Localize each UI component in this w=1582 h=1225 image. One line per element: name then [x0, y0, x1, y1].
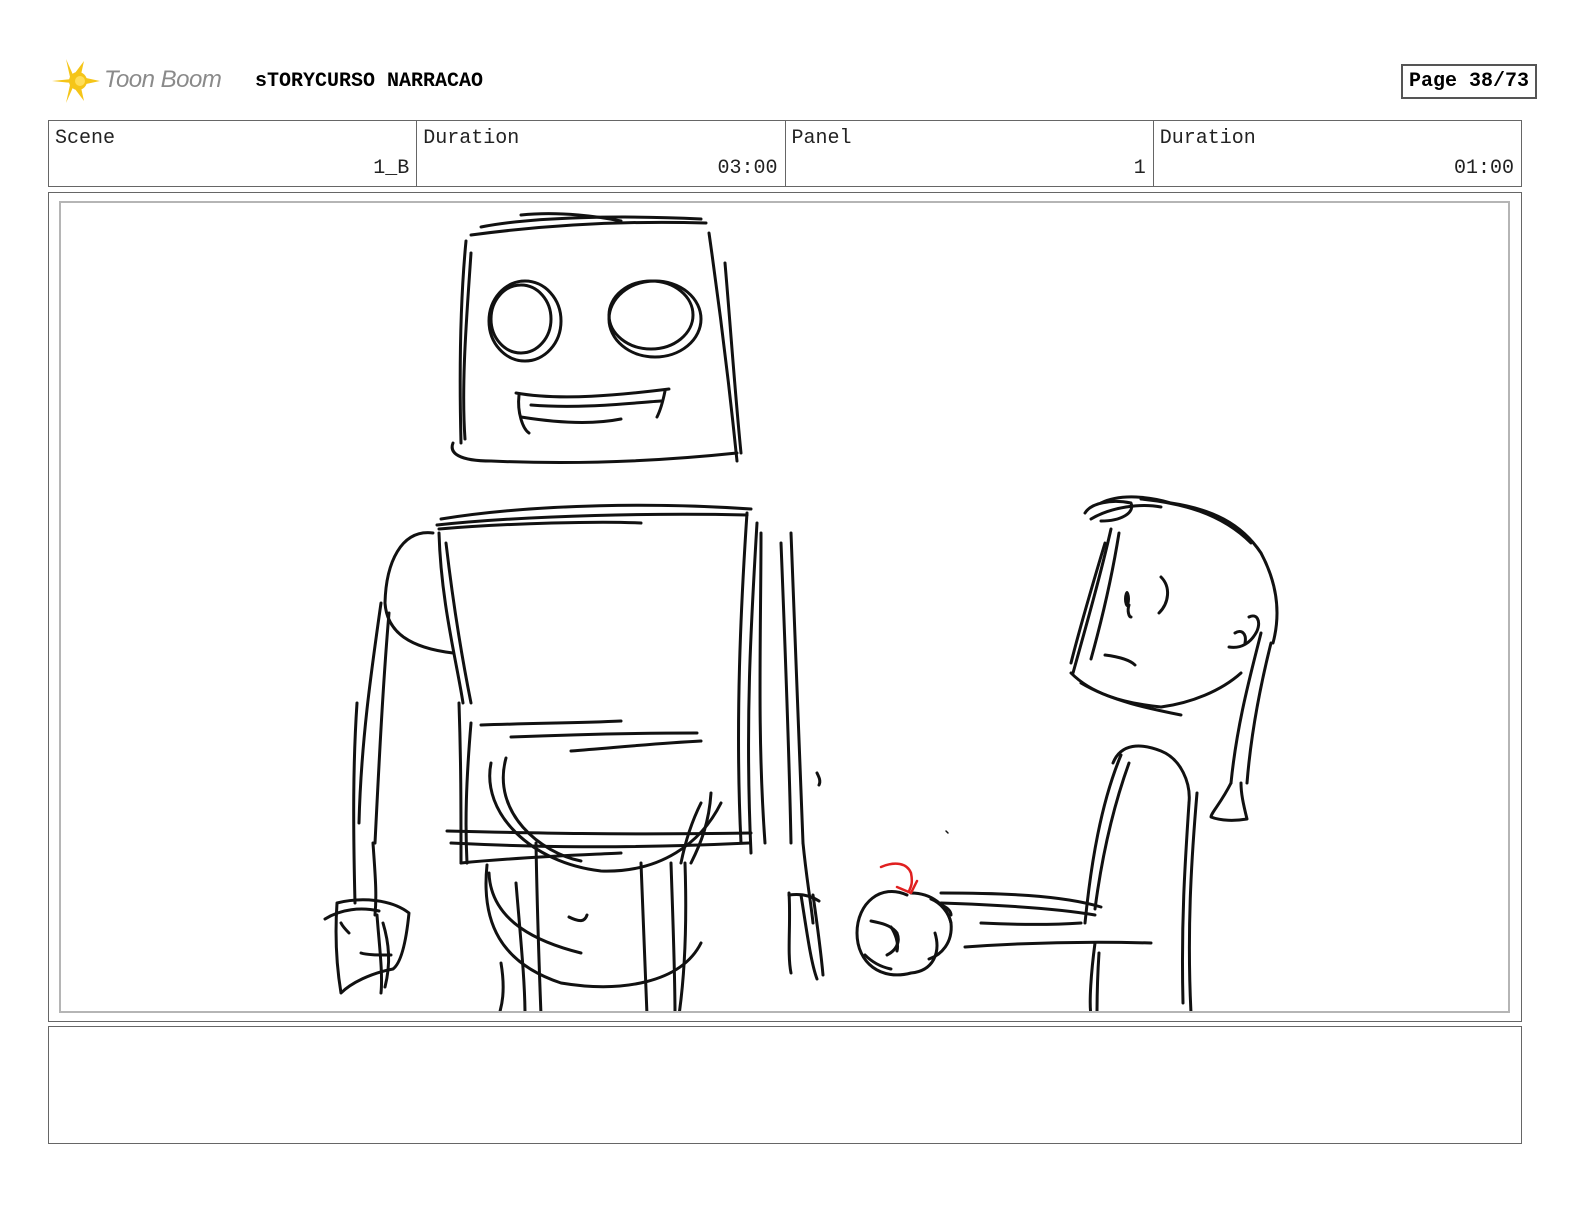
panel-cell: Panel 1: [786, 121, 1154, 186]
robot-head-sketch: [450, 212, 743, 465]
panel-duration-label: Duration: [1159, 127, 1256, 150]
panel-value: 1: [1133, 157, 1146, 180]
toon-boom-logo: Toon Boom: [50, 55, 245, 107]
scene-label: Scene: [55, 127, 116, 150]
girl-body-sketch: [939, 744, 1199, 1011]
page-number-badge: Page 38/73: [1400, 64, 1537, 99]
scene-info-table: Scene 1_B Duration 03:00 Panel 1 Duratio…: [48, 120, 1522, 187]
panel-drawing-area: [59, 201, 1510, 1013]
project-title: sTORYCURSO NARRACAO: [255, 70, 484, 93]
panel-label: Panel: [791, 127, 852, 150]
panel-duration-cell: Duration 01:00: [1154, 121, 1521, 186]
girl-fist-sketch: [855, 889, 953, 977]
scene-duration-value: 03:00: [717, 157, 778, 180]
panel-notes-box: [48, 1026, 1522, 1144]
logo-wordmark: Toon Boom: [104, 66, 222, 93]
starburst-icon: [52, 59, 100, 103]
girl-head-sketch: [1069, 495, 1279, 822]
scene-duration-label: Duration: [423, 127, 520, 150]
sketch-drawing: [323, 212, 1279, 1011]
scene-value: 1_B: [373, 157, 410, 180]
page-header: Toon Boom sTORYCURSO NARRACAO Page 38/73: [50, 55, 1540, 107]
scene-cell: Scene 1_B: [49, 121, 418, 186]
scene-duration-cell: Duration 03:00: [417, 121, 786, 186]
robot-body-sketch: [435, 503, 767, 1011]
robot-left-arm-sketch: [323, 531, 455, 995]
storyboard-panel: [48, 192, 1522, 1022]
panel-duration-value: 01:00: [1453, 157, 1514, 180]
robot-right-arm-sketch: [779, 531, 825, 981]
